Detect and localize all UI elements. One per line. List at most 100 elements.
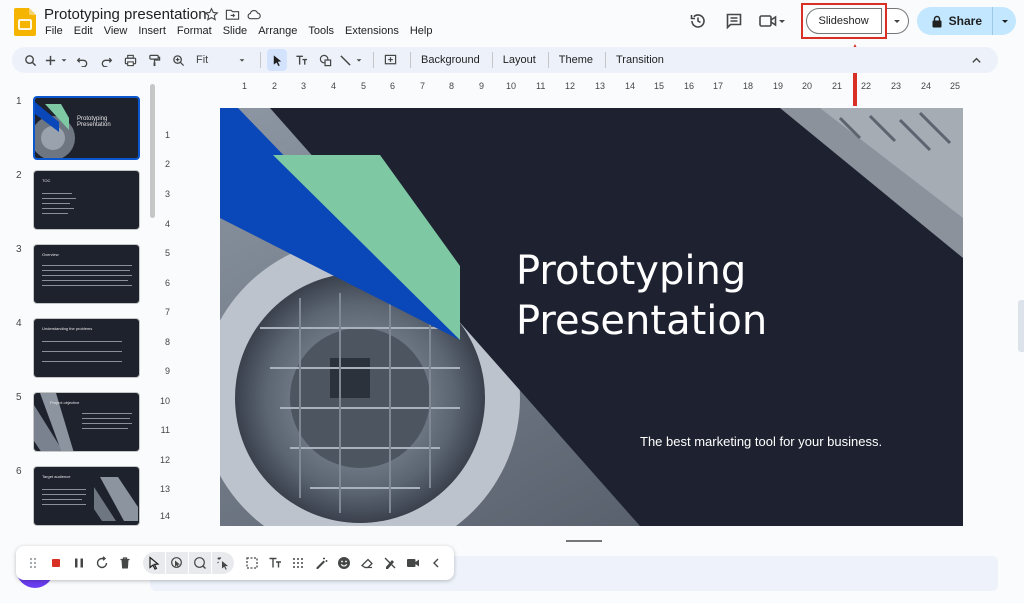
menu-help[interactable]: Help	[410, 25, 433, 37]
shape-button[interactable]	[315, 49, 335, 71]
redo-button[interactable]	[96, 49, 116, 71]
new-slide-button[interactable]	[44, 49, 68, 71]
hide-drawings-button[interactable]	[379, 552, 401, 574]
blur-grid-icon	[293, 558, 303, 568]
zoom-value: Fit	[196, 54, 209, 66]
select-tool-button[interactable]	[267, 49, 287, 71]
camera-toggle-button[interactable]	[402, 552, 424, 574]
layout-button[interactable]: Layout	[499, 49, 540, 71]
chevron-down-icon	[778, 20, 785, 23]
filmstrip-scrollbar[interactable]	[150, 84, 155, 218]
side-panel-handle[interactable]	[1018, 300, 1024, 352]
paint-format-button[interactable]	[144, 49, 164, 71]
menu-file[interactable]: File	[45, 25, 63, 37]
ruler-mark: 16	[684, 81, 695, 91]
delete-button[interactable]	[114, 552, 136, 574]
toolbar-divider	[373, 52, 374, 68]
theme-button[interactable]: Theme	[555, 49, 597, 71]
undo-button[interactable]	[72, 49, 92, 71]
menu-edit[interactable]: Edit	[74, 25, 93, 37]
slide-subtitle[interactable]: The best marketing tool for your busines…	[640, 434, 882, 449]
drag-handle-icon	[29, 557, 37, 569]
collapse-toolbar-button[interactable]	[966, 49, 986, 71]
ruler-mark: 1	[242, 81, 248, 91]
thumbnail-line	[42, 203, 70, 204]
emoji-button[interactable]	[333, 552, 355, 574]
menu-arrange[interactable]: Arrange	[258, 25, 297, 37]
slide-thumbnail[interactable]: TOC	[33, 170, 140, 230]
slideshow-button[interactable]: Slideshow	[805, 8, 882, 34]
pen-tool-button[interactable]	[310, 552, 332, 574]
slide-title[interactable]: Prototyping Presentation	[516, 246, 916, 346]
search-menus-button[interactable]	[20, 49, 40, 71]
slide-thumbnail[interactable]: Overview	[33, 244, 140, 304]
restart-button[interactable]	[91, 552, 113, 574]
slide-filmstrip: 1 Prototyping Presentation 2 TOC 3 Overv…	[0, 84, 158, 544]
star-icon[interactable]	[204, 7, 219, 22]
spotlight-button[interactable]	[189, 552, 211, 574]
menu-view[interactable]: View	[104, 25, 128, 37]
ruler-mark: 4	[164, 219, 170, 229]
zoom-select[interactable]: Fit	[192, 49, 250, 71]
blur-tool-button[interactable]	[287, 552, 309, 574]
filmstrip-item[interactable]: 2 TOC	[0, 170, 158, 234]
insert-comment-button[interactable]	[380, 49, 400, 71]
background-button[interactable]: Background	[417, 49, 484, 71]
filmstrip-item[interactable]: 4 Understanding the problems	[0, 318, 158, 382]
ruler-mark: 12	[159, 455, 170, 465]
ruler-mark: 17	[713, 81, 724, 91]
ruler-mark: 25	[950, 81, 961, 91]
slide-thumbnail[interactable]: Understanding the problems	[33, 318, 140, 378]
eraser-button[interactable]	[356, 552, 378, 574]
menu-insert[interactable]: Insert	[138, 25, 166, 37]
ruler-mark: 20	[802, 81, 813, 91]
video-camera-icon	[407, 559, 419, 567]
cloud-status-icon[interactable]	[246, 7, 261, 22]
collapse-toolbar-button[interactable]	[425, 552, 447, 574]
pointer-tool-button[interactable]	[143, 552, 165, 574]
filmstrip-item[interactable]: 1 Prototyping Presentation	[0, 96, 158, 160]
click-highlight-button[interactable]	[166, 552, 188, 574]
text-box-button[interactable]	[291, 49, 311, 71]
thumbnail-line	[42, 494, 86, 495]
share-options-button[interactable]	[992, 7, 1016, 35]
trash-icon	[120, 557, 130, 569]
transition-button[interactable]: Transition	[612, 49, 668, 71]
ruler-mark: 11	[536, 81, 546, 91]
share-button[interactable]: Share	[916, 7, 1016, 35]
menu-extensions[interactable]: Extensions	[345, 25, 399, 37]
thumbnail-line	[42, 341, 122, 342]
thumbnail-title: Overview	[42, 252, 59, 257]
meet-button[interactable]	[758, 14, 787, 28]
area-select-button[interactable]	[241, 552, 263, 574]
pause-button[interactable]	[68, 552, 90, 574]
menu-tools[interactable]: Tools	[308, 25, 334, 37]
menu-slide[interactable]: Slide	[223, 25, 247, 37]
slide-canvas[interactable]: Prototyping Presentation The best market…	[220, 108, 963, 526]
slides-logo-icon[interactable]	[14, 8, 36, 36]
slideshow-options-button[interactable]	[886, 8, 909, 34]
slide-thumbnail[interactable]: Target audience	[33, 466, 140, 526]
filmstrip-item[interactable]: 6 Target audience	[0, 466, 158, 530]
document-title[interactable]: Prototyping presentation	[44, 6, 207, 23]
chevron-up-icon	[971, 57, 981, 63]
filmstrip-item[interactable]: 3 Overview	[0, 244, 158, 308]
zoom-button[interactable]	[168, 49, 188, 71]
slide-number: 2	[16, 170, 22, 181]
title-icons	[204, 7, 261, 22]
slide-thumbnail[interactable]: Project objective	[33, 392, 140, 452]
magic-cursor-button[interactable]	[212, 552, 234, 574]
notes-resize-handle[interactable]	[566, 540, 602, 542]
line-button[interactable]	[339, 49, 363, 71]
comments-button[interactable]	[723, 10, 745, 32]
text-tool-button[interactable]	[264, 552, 286, 574]
slide-thumbnail[interactable]: Prototyping Presentation	[33, 96, 140, 160]
stop-recording-button[interactable]	[45, 552, 67, 574]
stop-icon	[52, 559, 60, 567]
print-button[interactable]	[120, 49, 140, 71]
drag-handle[interactable]	[22, 552, 44, 574]
filmstrip-item[interactable]: 5 Project objective	[0, 392, 158, 456]
version-history-button[interactable]	[687, 10, 709, 32]
menu-format[interactable]: Format	[177, 25, 212, 37]
move-folder-icon[interactable]	[225, 7, 240, 22]
